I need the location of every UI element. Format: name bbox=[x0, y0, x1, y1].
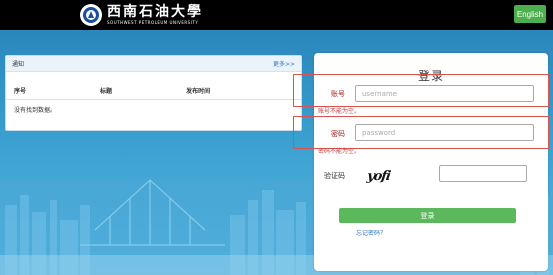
top-bar: 西南石油大學 SOUTHWEST PETROLEUM UNIVERSITY En… bbox=[0, 0, 553, 30]
english-language-button[interactable]: English bbox=[514, 5, 546, 23]
login-button[interactable]: 登录 bbox=[339, 208, 516, 223]
password-label: 密码 bbox=[331, 130, 345, 138]
captcha-image[interactable]: yofi bbox=[366, 168, 397, 186]
logo-text: 西南石油大學 SOUTHWEST PETROLEUM UNIVERSITY bbox=[107, 5, 203, 25]
empty-message: 没有找到数据。 bbox=[14, 107, 57, 114]
username-error: 账号不能为空。 bbox=[318, 108, 361, 115]
notice-panel: 通知 更多>> 序号 标题 发布时间 没有找到数据。 bbox=[5, 55, 302, 131]
password-input[interactable] bbox=[355, 124, 534, 141]
notice-more-link[interactable]: 更多>> bbox=[273, 59, 295, 68]
notice-table: 序号 标题 发布时间 没有找到数据。 bbox=[6, 84, 301, 119]
emblem-icon bbox=[80, 4, 102, 26]
username-label: 账号 bbox=[331, 90, 345, 98]
password-error: 密码不能为空。 bbox=[318, 148, 361, 155]
captcha-label: 验证码 bbox=[324, 172, 345, 180]
notice-header: 通知 更多>> bbox=[6, 56, 301, 72]
logo-name-cn: 西南石油大學 bbox=[107, 4, 203, 20]
notice-title: 通知 bbox=[12, 61, 25, 68]
table-header-row: 序号 标题 发布时间 bbox=[6, 84, 301, 100]
column-header-title[interactable]: 标题 bbox=[92, 84, 179, 100]
captcha-input[interactable] bbox=[439, 165, 527, 182]
username-input[interactable] bbox=[355, 85, 534, 102]
forgot-password-link[interactable]: 忘记密码？ bbox=[356, 228, 386, 237]
university-logo[interactable]: 西南石油大學 SOUTHWEST PETROLEUM UNIVERSITY bbox=[80, 2, 203, 28]
column-header-date[interactable]: 发布时间 bbox=[178, 84, 301, 100]
column-header-index[interactable]: 序号 bbox=[6, 84, 93, 100]
table-row: 没有找到数据。 bbox=[6, 100, 301, 120]
logo-name-en: SOUTHWEST PETROLEUM UNIVERSITY bbox=[107, 20, 199, 25]
